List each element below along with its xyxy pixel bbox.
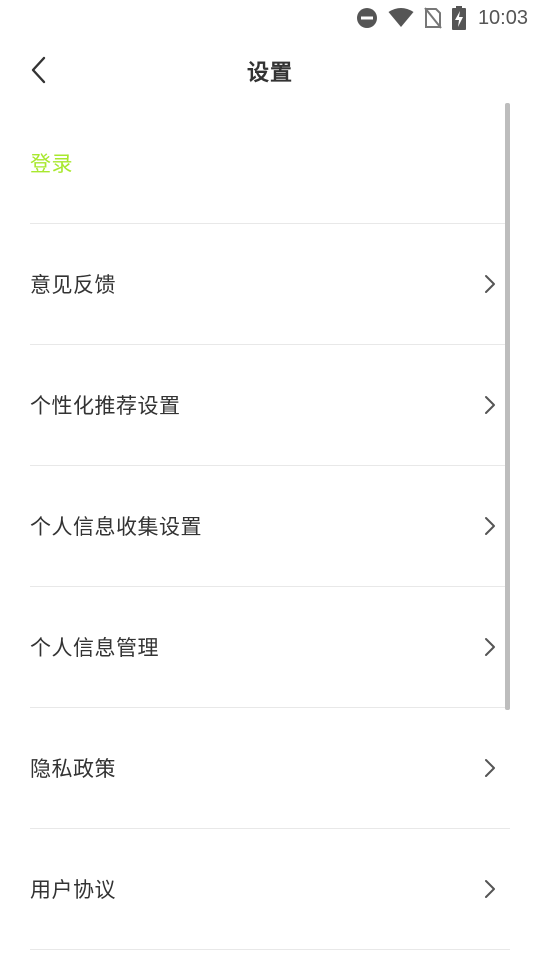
- login-label: 登录: [30, 152, 73, 176]
- chevron-right-icon: [480, 635, 500, 659]
- page-title: 设置: [246, 61, 293, 86]
- chevron-right-icon: [480, 514, 500, 538]
- login-item[interactable]: 登录: [30, 103, 510, 224]
- battery-charging-icon: [451, 6, 466, 30]
- settings-screen: 10:03 设置 登录 意见反馈 个性化推荐设置 个人信息收集设置 个人信息管理…: [0, 0, 540, 960]
- wifi-icon: [388, 8, 414, 28]
- user-agreement-label: 用户协议: [30, 878, 116, 902]
- privacy-policy-label: 隐私政策: [30, 757, 116, 781]
- personal-info-collection-item[interactable]: 个人信息收集设置: [30, 466, 510, 587]
- personalized-recommendation-item[interactable]: 个性化推荐设置: [30, 345, 510, 466]
- chevron-right-icon: [480, 272, 500, 296]
- personalized-recommendation-label: 个性化推荐设置: [30, 394, 181, 418]
- settings-list: 登录 意见反馈 个性化推荐设置 个人信息收集设置 个人信息管理 隐私政策 用户协…: [30, 103, 510, 950]
- no-sim-icon: [424, 7, 442, 29]
- do-not-disturb-icon: [356, 7, 378, 29]
- feedback-item[interactable]: 意见反馈: [30, 224, 510, 345]
- status-bar: 10:03: [0, 0, 540, 36]
- chevron-right-icon: [480, 877, 500, 901]
- personal-info-management-label: 个人信息管理: [30, 636, 159, 660]
- header-bar: 设置: [0, 40, 540, 102]
- status-time: 10:03: [477, 6, 528, 29]
- feedback-label: 意见反馈: [30, 273, 116, 297]
- chevron-right-icon: [480, 756, 500, 780]
- personal-info-collection-label: 个人信息收集设置: [30, 515, 202, 539]
- scrollbar[interactable]: [505, 103, 510, 710]
- user-agreement-item[interactable]: 用户协议: [30, 829, 510, 950]
- chevron-right-icon: [480, 393, 500, 417]
- privacy-policy-item[interactable]: 隐私政策: [30, 708, 510, 829]
- personal-info-management-item[interactable]: 个人信息管理: [30, 587, 510, 708]
